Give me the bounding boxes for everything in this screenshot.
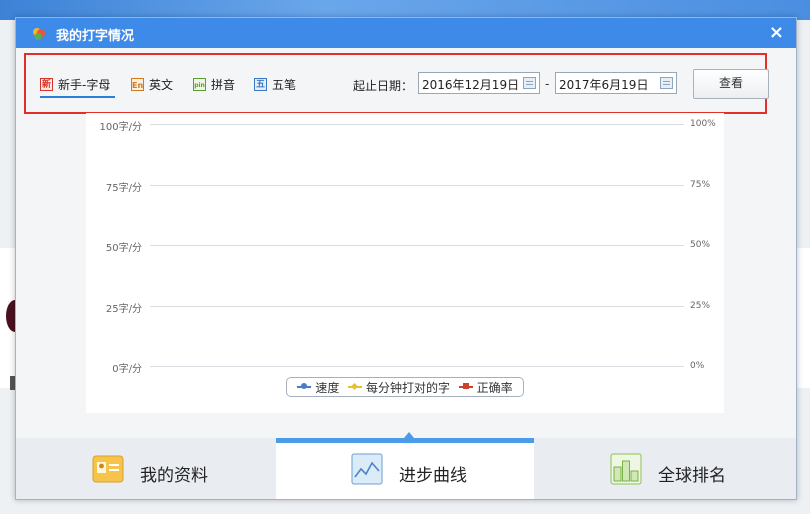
date-separator: - bbox=[545, 77, 550, 91]
nav-global-ranking[interactable]: 全球排名 bbox=[534, 438, 796, 499]
gridline bbox=[150, 185, 684, 186]
nav-label: 我的资料 bbox=[140, 466, 208, 486]
dialog-titlebar: 我的打字情况 × bbox=[16, 18, 796, 48]
y2-axis-tick-label: 0% bbox=[690, 361, 705, 371]
gridline bbox=[150, 245, 684, 246]
calendar-icon[interactable] bbox=[523, 77, 536, 89]
y-axis-tick-label: 100字/分 bbox=[99, 122, 142, 133]
start-date-input[interactable]: 2016年12月19日 bbox=[418, 72, 540, 94]
legend-item-accuracy[interactable]: 正确率 bbox=[458, 379, 513, 396]
gridline bbox=[150, 366, 684, 367]
tab-english[interactable]: En 英文 bbox=[131, 75, 173, 93]
end-date-input[interactable]: 2017年6月19日 bbox=[555, 72, 677, 94]
tab-label: 英文 bbox=[149, 77, 174, 92]
bottom-navigation: 我的资料 进步曲线 全球排名 bbox=[16, 432, 796, 499]
profile-card-icon bbox=[92, 455, 124, 483]
end-date-value: 2017年6月19日 bbox=[559, 78, 649, 92]
y2-axis-tick-label: 50% bbox=[690, 240, 711, 250]
chart-legend: 速度 每分钟打对的字 正确率 bbox=[286, 377, 524, 397]
tab-wubi[interactable]: 五 五笔 bbox=[254, 75, 296, 93]
legend-label: 每分钟打对的字 bbox=[365, 380, 450, 395]
nav-progress-curve[interactable]: 进步曲线 bbox=[276, 432, 534, 499]
tab-label: 五笔 bbox=[272, 77, 297, 92]
y2-axis-tick-label: 25% bbox=[690, 301, 711, 311]
y2-axis-tick-label: 75% bbox=[690, 180, 711, 190]
progress-chart: 100字/分 75字/分 50字/分 25字/分 0字/分 100% 75% 5… bbox=[86, 113, 724, 413]
start-date-value: 2016年12月19日 bbox=[422, 78, 520, 92]
legend-item-speed[interactable]: 速度 bbox=[297, 379, 339, 396]
app-logo-icon bbox=[33, 28, 45, 40]
close-button[interactable]: × bbox=[769, 22, 784, 43]
y2-axis-tick-label: 100% bbox=[690, 119, 716, 129]
y-axis-tick-label: 0字/分 bbox=[112, 364, 142, 375]
pinyin-badge-icon: pin bbox=[193, 77, 206, 91]
dialog-title: 我的打字情况 bbox=[56, 29, 135, 44]
typing-stats-dialog: 我的打字情况 × 新 新手-字母 En 英文 pin 拼音 五 五笔 起止日期：… bbox=[15, 17, 797, 500]
diamond-marker-icon bbox=[347, 382, 362, 391]
y-axis-tick-label: 50字/分 bbox=[105, 243, 142, 254]
legend-label: 速度 bbox=[315, 380, 340, 395]
filter-toolbar: 新 新手-字母 En 英文 pin 拼音 五 五笔 起止日期： 2016年12月… bbox=[24, 53, 769, 114]
progress-chart-icon bbox=[351, 453, 383, 485]
y-axis-tick-label: 75字/分 bbox=[105, 183, 142, 194]
y-axis-tick-label: 25字/分 bbox=[105, 304, 142, 315]
square-marker-icon bbox=[458, 383, 473, 391]
gridline bbox=[150, 306, 684, 307]
english-badge-icon: En bbox=[131, 77, 144, 91]
legend-item-correct-per-minute[interactable]: 每分钟打对的字 bbox=[347, 379, 450, 396]
ranking-podium-icon bbox=[610, 453, 642, 485]
nav-label: 进步曲线 bbox=[399, 466, 467, 486]
beginner-badge-icon: 新 bbox=[40, 77, 53, 91]
active-tab-indicator bbox=[40, 96, 115, 98]
active-nav-indicator bbox=[276, 438, 534, 443]
nav-my-profile[interactable]: 我的资料 bbox=[16, 438, 276, 499]
circle-marker-icon bbox=[297, 383, 312, 391]
tab-label: 拼音 bbox=[211, 77, 236, 92]
tab-pinyin[interactable]: pin 拼音 bbox=[193, 75, 235, 93]
wubi-badge-icon: 五 bbox=[254, 77, 267, 91]
calendar-icon[interactable] bbox=[660, 77, 673, 89]
active-nav-arrow-icon bbox=[404, 432, 414, 438]
view-button[interactable]: 查看 bbox=[693, 69, 769, 99]
tab-beginner-letters[interactable]: 新 新手-字母 bbox=[40, 75, 110, 93]
date-range-label: 起止日期： bbox=[353, 79, 414, 93]
nav-label: 全球排名 bbox=[658, 466, 726, 486]
tab-label: 新手-字母 bbox=[58, 77, 111, 92]
legend-label: 正确率 bbox=[476, 380, 513, 395]
gridline bbox=[150, 124, 684, 125]
